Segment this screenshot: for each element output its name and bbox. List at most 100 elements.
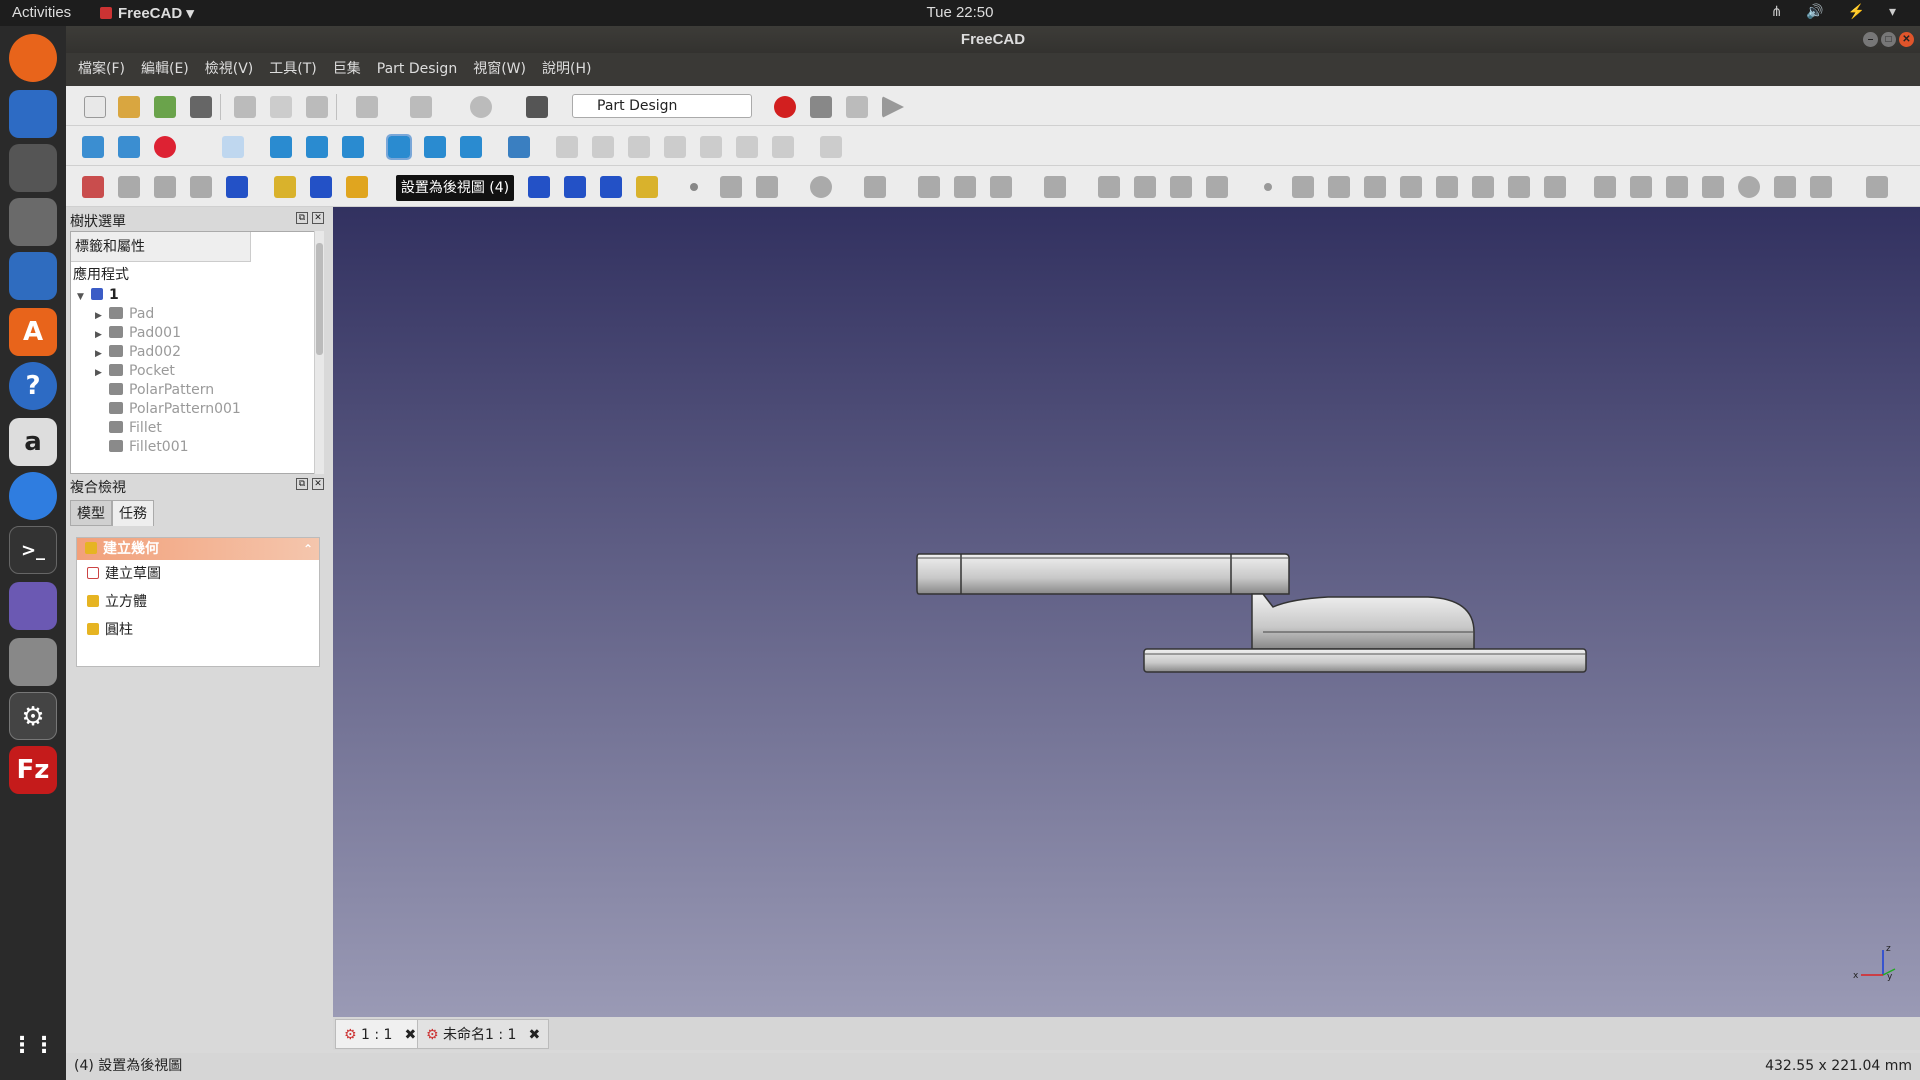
help-icon[interactable]: ? (9, 362, 57, 410)
pocket-icon[interactable] (310, 176, 332, 198)
save-icon[interactable] (154, 96, 176, 118)
point-icon[interactable] (690, 183, 698, 191)
menu-part-design[interactable]: Part Design (369, 53, 465, 86)
music-icon[interactable] (9, 198, 57, 246)
tree-column-header[interactable]: 標籤和屬性 (71, 232, 251, 262)
paste-icon[interactable] (306, 96, 328, 118)
new-file-icon[interactable] (84, 96, 106, 118)
app-menu[interactable]: FreeCAD ▾ (100, 4, 194, 22)
clock[interactable]: Tue 22:50 (0, 4, 1920, 21)
distance-icon[interactable] (1702, 176, 1724, 198)
trim-icon[interactable] (1134, 176, 1156, 198)
macro-edit-icon[interactable] (846, 96, 868, 118)
menu-windows[interactable]: 視窗(W) (465, 53, 534, 86)
undo-icon[interactable] (356, 96, 378, 118)
lock-icon[interactable] (1594, 176, 1616, 198)
shape-binder-icon[interactable] (226, 176, 248, 198)
fit-all-icon[interactable] (82, 136, 104, 158)
task-cube[interactable]: 立方體 (77, 588, 319, 616)
draw-style-icon[interactable] (154, 136, 176, 158)
export-icon[interactable] (154, 176, 176, 198)
vertical-distance-icon[interactable] (1666, 176, 1688, 198)
create-body-icon[interactable] (82, 176, 104, 198)
print-icon[interactable] (190, 96, 212, 118)
close-panel-button[interactable]: ✕ (312, 212, 324, 224)
pad-icon[interactable] (274, 176, 296, 198)
rectangle-icon[interactable] (954, 176, 976, 198)
view-left-icon[interactable] (460, 136, 482, 158)
expand-arrow-icon[interactable]: ▼ (77, 288, 91, 307)
menu-view[interactable]: 檢視(V) (197, 53, 262, 86)
terminal-icon[interactable]: >_ (9, 526, 57, 574)
radius-icon[interactable] (1738, 176, 1760, 198)
view-rear-icon[interactable] (386, 134, 412, 160)
copy-icon[interactable] (270, 96, 292, 118)
view-right-icon[interactable] (342, 136, 364, 158)
additive-pipe-icon[interactable] (528, 176, 550, 198)
tree-item[interactable]: PolarPattern (109, 381, 214, 400)
expand-arrow-icon[interactable]: ▶ (95, 364, 109, 383)
collapse-icon[interactable]: ⌃ (303, 538, 313, 560)
view-top-icon[interactable] (306, 136, 328, 158)
tab-model[interactable]: 模型 (70, 500, 112, 526)
whats-this-icon[interactable] (526, 96, 548, 118)
macro-record-icon[interactable] (774, 96, 796, 118)
horizontal-icon[interactable] (1364, 176, 1386, 198)
menu-macro[interactable]: 巨集 (325, 53, 369, 86)
3d-viewport[interactable]: z x y (333, 207, 1920, 1017)
filezilla-icon[interactable]: Fz (9, 746, 57, 794)
doc-tab-2[interactable]: ⚙ 未命名1 : 1 ✖ (417, 1019, 550, 1049)
activities-button[interactable]: Activities (12, 4, 71, 21)
sketch-constraint-icon[interactable] (820, 136, 842, 158)
sketch-constraint-icon[interactable] (628, 136, 650, 158)
extend-icon[interactable] (1170, 176, 1192, 198)
arc-icon[interactable] (756, 176, 778, 198)
tree-scrollbar[interactable] (314, 231, 324, 474)
subtractive-helix-icon[interactable] (636, 176, 658, 198)
horizontal-distance-icon[interactable] (1630, 176, 1652, 198)
tree-item[interactable]: PolarPattern001 (109, 400, 241, 419)
sketch-constraint-icon[interactable] (592, 136, 614, 158)
toggle-construction-icon[interactable] (1866, 176, 1888, 198)
tree-item[interactable]: ▶ Pocket (95, 362, 175, 381)
refresh-icon[interactable] (470, 96, 492, 118)
files-icon[interactable] (9, 144, 57, 192)
external-geometry-icon[interactable] (1206, 176, 1228, 198)
model-part[interactable] (916, 553, 1587, 673)
sketch-constraint-icon[interactable] (772, 136, 794, 158)
fillet-sketch-icon[interactable] (1098, 176, 1120, 198)
doc-tab-1[interactable]: ⚙ 1 : 1 ✖ (335, 1019, 426, 1049)
coincident-icon[interactable] (1264, 183, 1272, 191)
tree-item[interactable]: Fillet (109, 419, 162, 438)
symmetric-icon[interactable] (1544, 176, 1566, 198)
vertical-icon[interactable] (1328, 176, 1350, 198)
editor-icon[interactable] (9, 582, 57, 630)
menu-tools[interactable]: 工具(T) (261, 53, 324, 86)
tab-tasks[interactable]: 任務 (112, 500, 154, 526)
sketch-constraint-icon[interactable] (700, 136, 722, 158)
point-on-object-icon[interactable] (1292, 176, 1314, 198)
validate-icon[interactable] (190, 176, 212, 198)
macro-run-icon[interactable] (882, 96, 904, 118)
bspline-icon[interactable] (918, 176, 940, 198)
amazon-icon[interactable]: a (9, 418, 57, 466)
circle-icon[interactable] (810, 176, 832, 198)
redo-icon[interactable] (410, 96, 432, 118)
close-panel-button[interactable]: ✕ (312, 478, 324, 490)
scrollbar-thumb[interactable] (316, 243, 323, 355)
tree-item[interactable]: ▶ Pad (95, 305, 154, 324)
view-bottom-icon[interactable] (424, 136, 446, 158)
menu-file[interactable]: 檔案(F) (70, 53, 133, 86)
conic-icon[interactable] (864, 176, 886, 198)
equal-icon[interactable] (1508, 176, 1530, 198)
float-panel-button[interactable]: ⧉ (296, 478, 308, 490)
revolution-icon[interactable] (346, 176, 368, 198)
tree-item[interactable]: ▶ Pad002 (95, 343, 181, 362)
parallel-icon[interactable] (1400, 176, 1422, 198)
app-grid-icon[interactable]: ⋮⋮ (9, 1022, 57, 1070)
task-group-header[interactable]: 建立幾何 ⌃ (77, 538, 319, 560)
camera-icon[interactable] (9, 638, 57, 686)
close-tab-icon[interactable]: ✖ (404, 1027, 416, 1043)
task-cylinder[interactable]: 圓柱 (77, 616, 319, 644)
close-tab-icon[interactable]: ✖ (528, 1027, 540, 1043)
